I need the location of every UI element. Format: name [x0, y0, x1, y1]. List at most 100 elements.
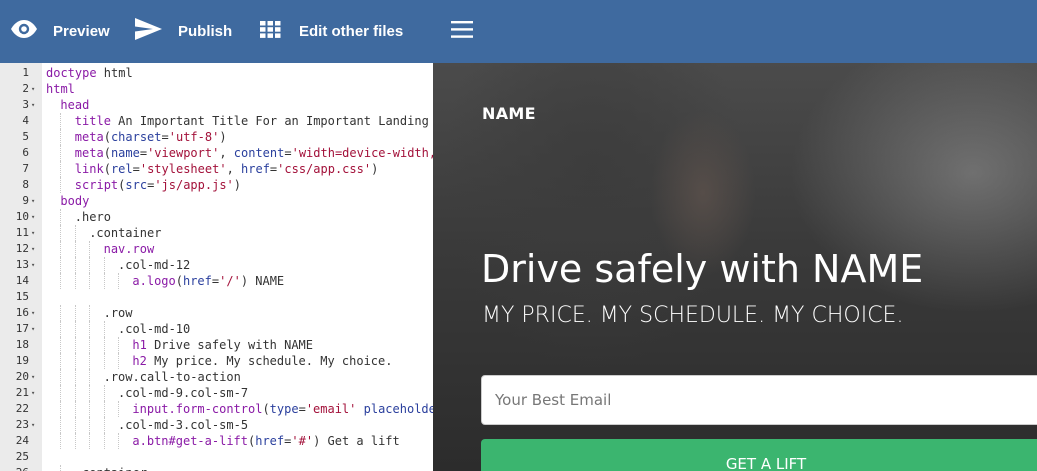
- fold-arrow-icon[interactable]: ▾: [31, 321, 35, 337]
- code-token: .col-md-3.col-sm-5: [118, 418, 249, 432]
- hamburger-menu-button[interactable]: [451, 0, 473, 63]
- publish-button[interactable]: Publish: [135, 0, 232, 63]
- indent-guide: [74, 369, 76, 385]
- code-token: ) NAME: [240, 274, 285, 288]
- code-token: (: [103, 130, 111, 144]
- code-text: head: [60, 97, 89, 113]
- code-line[interactable]: 17 ▾ .col-md-10: [0, 321, 433, 337]
- indent-guide: [60, 129, 62, 145]
- code-line[interactable]: 26 .container: [0, 465, 433, 471]
- code-token: .col-md-9.col-sm-7: [118, 386, 249, 400]
- indent-guide: [118, 401, 119, 417]
- fold-arrow-icon[interactable]: ▾: [31, 225, 35, 241]
- line-number: 10: [15, 210, 29, 223]
- code-line[interactable]: 23 ▾ .col-md-3.col-sm-5: [0, 417, 433, 433]
- code-line[interactable]: 5 meta(charset='utf-8'): [0, 129, 433, 145]
- code-token: input: [132, 402, 169, 416]
- code-token: title: [74, 114, 111, 128]
- code-token: ): [371, 162, 379, 176]
- line-number: 2: [22, 82, 29, 95]
- code-text: h1 Drive safely with NAME: [132, 337, 313, 353]
- indent-guide: [60, 177, 62, 193]
- fold-arrow-icon[interactable]: ▾: [31, 305, 35, 321]
- fold-arrow-icon[interactable]: ▾: [31, 385, 35, 401]
- fold-arrow-icon[interactable]: ▾: [31, 417, 35, 433]
- code-text: .col-md-10: [118, 321, 190, 337]
- code-line[interactable]: 14 a.logo(href='/') NAME: [0, 273, 433, 289]
- code-token: script: [74, 178, 119, 192]
- code-token: doctype: [46, 66, 97, 80]
- code-token: 'viewport': [147, 146, 220, 160]
- edit-other-files-button[interactable]: Edit other files: [260, 0, 403, 63]
- indent-guide: [60, 209, 62, 225]
- indent-guide: [89, 353, 91, 369]
- preview-email-input[interactable]: [481, 375, 1037, 425]
- code-token: src: [125, 178, 148, 192]
- line-number: 5: [22, 130, 29, 143]
- indent-guide: [103, 385, 105, 401]
- code-text: .row: [104, 305, 133, 321]
- code-line[interactable]: 4 title An Important Title For an Importa…: [0, 113, 433, 129]
- indent-guide: [60, 241, 62, 257]
- code-line[interactable]: 13 ▾ .col-md-12: [0, 257, 433, 273]
- code-text: html: [46, 81, 75, 97]
- code-line[interactable]: 9 ▾ body: [0, 193, 433, 209]
- publish-label: Publish: [178, 23, 233, 40]
- indent-guide: [89, 337, 91, 353]
- code-line[interactable]: 25: [0, 449, 433, 465]
- code-line[interactable]: 22 input.form-control(type='email' placeh…: [0, 401, 433, 417]
- code-line[interactable]: 2 ▾ html: [0, 81, 433, 97]
- code-text: .col-md-3.col-sm-5: [118, 417, 248, 433]
- line-number: 21: [15, 386, 29, 399]
- fold-arrow-icon[interactable]: ▾: [31, 241, 35, 257]
- edit-other-files-label: Edit other files: [299, 23, 404, 40]
- code-token: Drive safely with NAME: [146, 338, 314, 352]
- code-editor[interactable]: 1 doctype html 2 ▾ html 3 ▾ head 4 title An Impor…: [0, 63, 433, 471]
- indent-guide: [74, 385, 76, 401]
- code-token: =: [139, 146, 148, 160]
- indent-guide: [60, 321, 62, 337]
- indent-guide: [103, 417, 105, 433]
- code-line[interactable]: 8 script(src='js/app.js'): [0, 177, 433, 193]
- code-text: doctype html: [46, 65, 133, 81]
- top-toolbar: Preview Publish Edit other files: [0, 0, 1037, 63]
- code-line[interactable]: 7 link(rel='stylesheet', href='css/app.cs…: [0, 161, 433, 177]
- preview-logo-link[interactable]: NAME: [482, 104, 536, 123]
- fold-arrow-icon[interactable]: ▾: [31, 97, 35, 113]
- fold-arrow-icon[interactable]: ▾: [31, 209, 35, 225]
- fold-arrow-icon[interactable]: ▾: [31, 257, 35, 273]
- code-line[interactable]: 11 ▾ .container: [0, 225, 433, 241]
- code-line[interactable]: 16 ▾ .row: [0, 305, 433, 321]
- line-number: 6: [22, 146, 29, 159]
- fold-arrow-icon[interactable]: ▾: [31, 81, 35, 97]
- code-token: 'css/app.css': [277, 162, 372, 176]
- code-line[interactable]: 20 ▾ .row.call-to-action: [0, 369, 433, 385]
- code-line[interactable]: 18 h1 Drive safely with NAME: [0, 337, 433, 353]
- code-line[interactable]: 21 ▾ .col-md-9.col-sm-7: [0, 385, 433, 401]
- code-token: meta: [74, 130, 104, 144]
- preview-subheadline: MY PRICE. MY SCHEDULE. MY CHOICE.: [482, 303, 904, 328]
- indent-guide: [118, 433, 119, 449]
- code-line[interactable]: 3 ▾ head: [0, 97, 433, 113]
- code-line[interactable]: 6 meta(name='viewport', content='width=de…: [0, 145, 433, 161]
- indent-guide: [89, 417, 91, 433]
- fold-arrow-icon[interactable]: ▾: [31, 369, 35, 385]
- fold-arrow-icon[interactable]: ▾: [31, 193, 35, 209]
- code-token: My price. My schedule. My choice.: [146, 354, 393, 368]
- code-line[interactable]: 12 ▾ nav.row: [0, 241, 433, 257]
- code-token: link: [74, 162, 104, 176]
- code-token: html: [46, 82, 75, 96]
- line-number: 18: [15, 338, 29, 351]
- code-line[interactable]: 24 a.btn#get-a-lift(href='#') Get a lift: [0, 433, 433, 449]
- code-line[interactable]: 15: [0, 289, 433, 305]
- code-line[interactable]: 19 h2 My price. My schedule. My choice.: [0, 353, 433, 369]
- code-line[interactable]: 10 ▾ .hero: [0, 209, 433, 225]
- line-number: 14: [15, 274, 29, 287]
- preview-headline: Drive safely with NAME: [481, 247, 924, 291]
- code-token: rel: [110, 162, 133, 176]
- code-line[interactable]: 1 doctype html: [0, 65, 433, 81]
- indent-guide: [60, 273, 62, 289]
- indent-guide: [60, 417, 62, 433]
- preview-button[interactable]: Preview: [10, 0, 110, 63]
- get-a-lift-button[interactable]: GET A LIFT: [481, 439, 1037, 471]
